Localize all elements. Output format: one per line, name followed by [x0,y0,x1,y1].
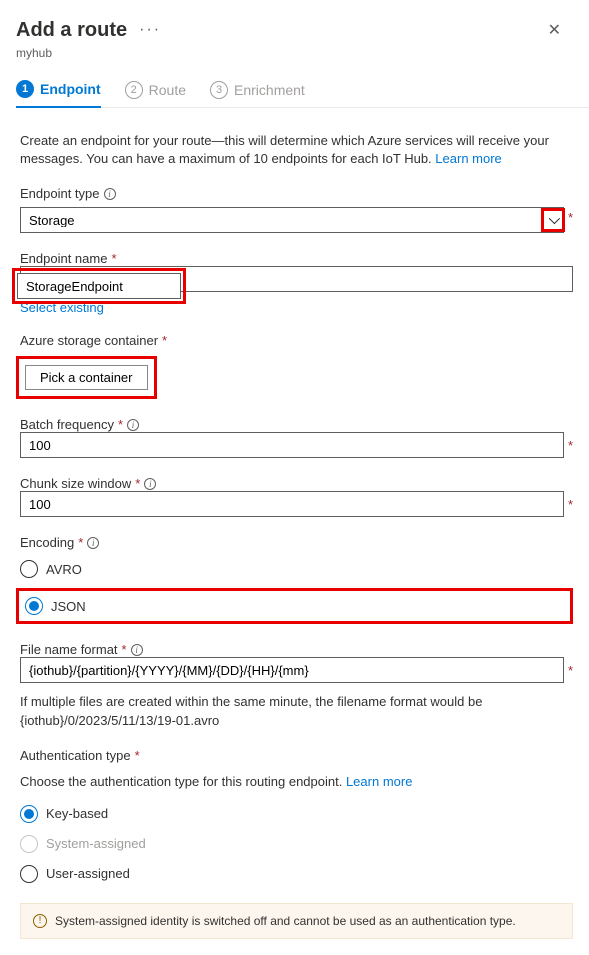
intro-text: Create an endpoint for your route—this w… [20,132,573,168]
step-number: 1 [16,80,34,98]
radio-label: Key-based [46,806,108,821]
radio-label: AVRO [46,562,82,577]
radio-label: JSON [51,599,86,614]
storage-container-label: Azure storage container * [20,333,573,348]
info-icon[interactable]: i [104,188,116,200]
endpoint-type-label: Endpoint type i [20,186,573,201]
auth-learn-more-link[interactable]: Learn more [346,774,412,789]
radio-icon [25,597,43,615]
step-label: Enrichment [234,82,305,98]
endpoint-type-select[interactable]: Storage [20,207,564,233]
learn-more-link[interactable]: Learn more [435,151,501,166]
info-icon[interactable]: i [87,537,99,549]
required-marker: * [568,497,573,512]
batch-frequency-label: Batch frequency * i [20,417,573,432]
file-format-input[interactable] [20,657,564,683]
encoding-avro-radio[interactable]: AVRO [20,558,573,580]
step-enrichment[interactable]: 3 Enrichment [210,80,305,107]
required-marker: * [568,663,573,678]
page-title: Add a route [16,19,127,42]
step-label: Endpoint [40,81,101,97]
auth-user-assigned-radio[interactable]: User-assigned [20,863,573,885]
step-route[interactable]: 2 Route [125,80,186,107]
close-icon[interactable]: ✕ [540,16,569,44]
warning-banner: ! System-assigned identity is switched o… [20,903,573,939]
radio-label: System-assigned [46,836,146,851]
radio-icon [20,835,38,853]
info-icon[interactable]: i [144,478,156,490]
more-icon[interactable]: ··· [139,21,161,39]
radio-icon [20,805,38,823]
endpoint-name-label: Endpoint name * [20,251,573,266]
auth-type-prompt: Choose the authentication type for this … [20,773,573,791]
encoding-json-radio[interactable]: JSON [25,595,86,617]
required-marker: * [568,438,573,453]
auth-type-label: Authentication type * [20,748,573,763]
warning-text: System-assigned identity is switched off… [55,914,516,928]
endpoint-name-input[interactable] [17,273,181,299]
chunk-size-input[interactable] [20,491,564,517]
auth-system-assigned-radio: System-assigned [20,833,573,855]
step-number: 2 [125,81,143,99]
stepper: 1 Endpoint 2 Route 3 Enrichment [16,80,589,108]
step-endpoint[interactable]: 1 Endpoint [16,80,101,108]
chunk-size-label: Chunk size window * i [20,476,573,491]
radio-icon [20,865,38,883]
info-icon[interactable]: i [131,644,143,656]
pick-container-button[interactable]: Pick a container [25,365,148,390]
required-marker: * [568,210,573,225]
radio-icon [20,560,38,578]
step-number: 3 [210,81,228,99]
batch-frequency-input[interactable] [20,432,564,458]
file-format-label: File name format * i [20,642,573,657]
radio-label: User-assigned [46,866,130,881]
warning-icon: ! [33,914,47,928]
file-format-note: If multiple files are created within the… [20,693,573,729]
encoding-label: Encoding * i [20,535,573,550]
auth-key-based-radio[interactable]: Key-based [20,803,573,825]
info-icon[interactable]: i [127,419,139,431]
hub-subtitle: myhub [16,46,589,60]
step-label: Route [149,82,186,98]
